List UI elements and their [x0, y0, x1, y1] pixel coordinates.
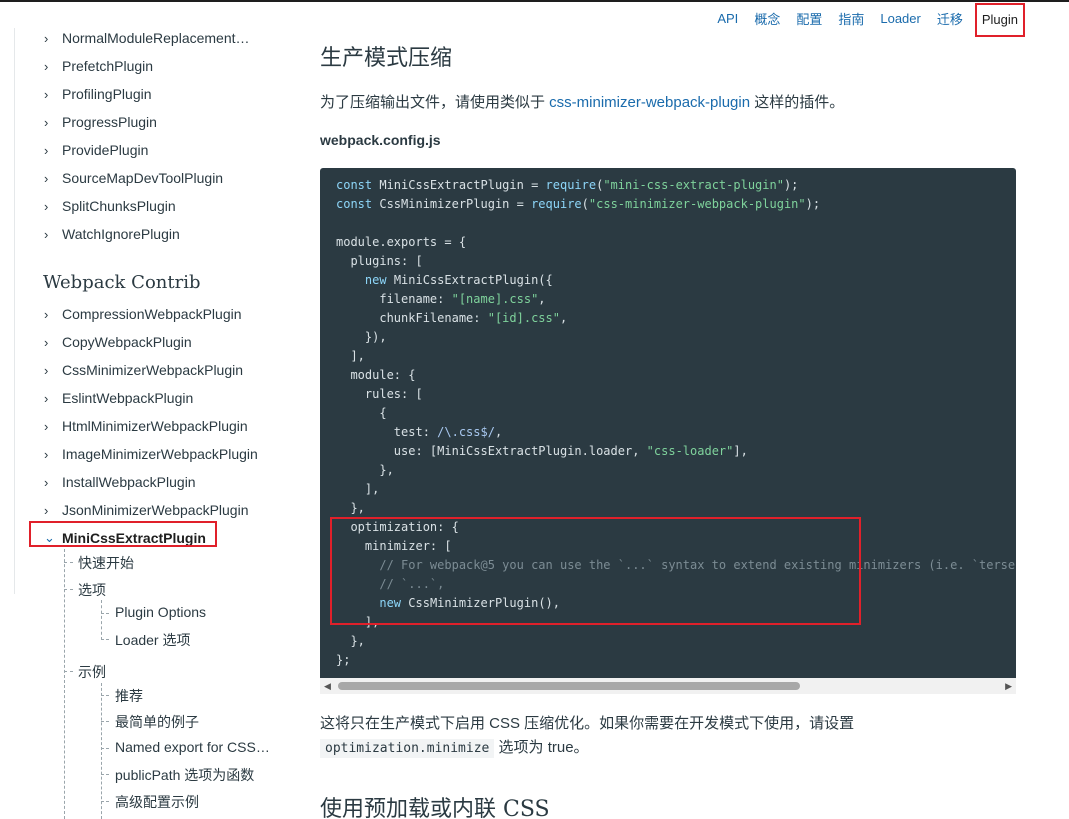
sidebar-item-imageminimizerwebpackplugin[interactable]: › ImageMinimizerWebpackPlugin — [44, 443, 258, 465]
sidebar-item-label: ProvidePlugin — [62, 142, 149, 158]
toc-recommend[interactable]: 推荐 — [115, 686, 143, 706]
sidebar-item-label: InstallWebpackPlugin — [62, 474, 196, 490]
highlight-box-active-item — [29, 521, 217, 547]
toc-tree-line — [101, 600, 102, 640]
sidebar-item-label: ImageMinimizerWebpackPlugin — [62, 446, 258, 462]
sidebar-item-label: CssMinimizerWebpackPlugin — [62, 362, 244, 378]
sidebar-item-normalmodulereplacementplugin[interactable]: › NormalModuleReplacementPlugin — [44, 27, 258, 49]
sidebar-item-label: SourceMapDevToolPlugin — [62, 170, 224, 186]
sidebar-item-label: WatchIgnorePlugin — [62, 226, 180, 242]
toc-quick-start[interactable]: 快速开始 — [78, 553, 134, 573]
toc-publicpath-function[interactable]: publicPath 选项为函数 — [115, 765, 254, 785]
nav-plugin[interactable]: Plugin — [974, 3, 1025, 37]
sidebar-item-label: CompressionWebpackPlugin — [62, 306, 242, 322]
chevron-right-icon: › — [44, 334, 49, 350]
chevron-right-icon: › — [44, 306, 49, 322]
chevron-right-icon: › — [44, 30, 49, 46]
chevron-right-icon: › — [44, 474, 49, 490]
sidebar-item-progressplugin[interactable]: › ProgressPlugin — [44, 111, 157, 133]
chevron-right-icon: › — [44, 58, 49, 74]
chevron-right-icon: › — [44, 362, 49, 378]
sidebar-item-label: ProgressPlugin — [62, 114, 157, 130]
sidebar-section-heading: Webpack Contrib — [43, 272, 201, 293]
toc-named-export[interactable]: Named export for CSS Modules — [115, 739, 273, 755]
chevron-right-icon: › — [44, 86, 49, 102]
sidebar-item-label: PrefetchPlugin — [62, 58, 154, 74]
intro-text-after: 这样的插件。 — [750, 94, 845, 111]
nav-concepts[interactable]: 概念 — [754, 9, 780, 28]
toc-tree-line — [101, 683, 102, 819]
code-horizontal-scrollbar[interactable]: ◀ ▶ — [320, 678, 1016, 694]
nav-loader[interactable]: Loader — [880, 11, 920, 26]
sidebar-item-provideplugin[interactable]: › ProvidePlugin — [44, 139, 148, 161]
sidebar-item-label: CopyWebpackPlugin — [62, 334, 192, 350]
sidebar-item-profilingplugin[interactable]: › ProfilingPlugin — [44, 83, 152, 105]
sidebar-item-cssminimizerwebpackplugin[interactable]: › CssMinimizerWebpackPlugin — [44, 359, 243, 381]
chevron-right-icon: › — [44, 418, 49, 434]
note-line-2-text: 选项为 true。 — [494, 739, 589, 756]
sidebar-item-label: EslintWebpackPlugin — [62, 390, 194, 406]
chevron-right-icon: › — [44, 226, 49, 242]
sidebar-item-label: NormalModuleReplacementPlugin — [62, 30, 258, 46]
toc-basic-example[interactable]: 最简单的例子 — [115, 712, 199, 732]
toc-tree-line — [64, 589, 73, 590]
nav-guides[interactable]: 指南 — [838, 9, 864, 28]
scroll-right-icon[interactable]: ▶ — [1005, 681, 1012, 692]
sidebar-item-prefetchplugin[interactable]: › PrefetchPlugin — [44, 55, 153, 77]
sidebar-item-label: ProfilingPlugin — [62, 86, 152, 102]
toc-examples[interactable]: 示例 — [78, 662, 106, 682]
toc-tree-line — [101, 721, 109, 722]
sidebar-item-label: SplitChunksPlugin — [62, 198, 176, 214]
nav-api[interactable]: API — [717, 11, 738, 26]
chevron-right-icon: › — [44, 170, 49, 186]
toc-tree-line — [101, 748, 109, 749]
code-filename: webpack.config.js — [320, 132, 441, 148]
highlight-box-optimization — [330, 517, 861, 625]
sidebar-item-sourcemapdevtoolplugin[interactable]: › SourceMapDevToolPlugin — [44, 167, 223, 189]
chevron-right-icon: › — [44, 390, 49, 406]
chevron-right-icon: › — [44, 114, 49, 130]
sidebar-item-htmlminimizerwebpackplugin[interactable]: › HtmlMinimizerWebpackPlugin — [44, 415, 248, 437]
inline-code-minimize: optimization.minimize — [320, 739, 495, 758]
note-line-2: optimization.minimize 选项为 true。 — [320, 736, 589, 758]
sidebar-item-watchignoreplugin[interactable]: › WatchIgnorePlugin — [44, 223, 180, 245]
sidebar-item-jsonminimizerwebpackplugin[interactable]: › JsonMinimizerWebpackPlugin — [44, 499, 248, 521]
chevron-right-icon: › — [44, 446, 49, 462]
sidebar-item-compressionwebpackplugin[interactable]: › CompressionWebpackPlugin — [44, 303, 242, 325]
chevron-right-icon: › — [44, 198, 49, 214]
nav-migrate[interactable]: 迁移 — [937, 9, 963, 28]
main-nav: API 概念 配置 指南 Loader 迁移 Plugin — [701, 2, 1025, 37]
chevron-right-icon: › — [44, 502, 49, 518]
toc-tree-line — [101, 613, 109, 614]
chevron-right-icon: › — [44, 142, 49, 158]
intro-paragraph: 为了压缩输出文件，请使用类似于 css-minimizer-webpack-pl… — [320, 91, 844, 112]
section-heading-production-minify: 生产模式压缩 — [320, 46, 453, 71]
toc-options[interactable]: 选项 — [78, 580, 106, 600]
toc-tree-line — [101, 774, 109, 775]
toc-plugin-options[interactable]: Plugin Options — [115, 604, 206, 620]
toc-tree-line — [101, 801, 109, 802]
sidebar-item-label: HtmlMinimizerWebpackPlugin — [62, 418, 248, 434]
sidebar-item-copywebpackplugin[interactable]: › CopyWebpackPlugin — [44, 331, 192, 353]
sidebar-item-installwebpackplugin[interactable]: › InstallWebpackPlugin — [44, 471, 196, 493]
toc-loader-options[interactable]: Loader 选项 — [115, 630, 190, 650]
sidebar-item-splitchunksplugin[interactable]: › SplitChunksPlugin — [44, 195, 176, 217]
toc-tree-line — [101, 695, 109, 696]
section-heading-preload-inline: 使用预加载或内联 CSS — [320, 797, 550, 819]
note-line-1: 这将只在生产模式下启用 CSS 压缩优化。如果你需要在开发模式下使用，请设置 — [320, 715, 855, 732]
sidebar-item-eslintwebpackplugin[interactable]: › EslintWebpackPlugin — [44, 387, 193, 409]
scroll-left-icon[interactable]: ◀ — [324, 681, 331, 692]
css-minimizer-link[interactable]: css-minimizer-webpack-plugin — [549, 94, 750, 111]
toc-tree-line — [64, 671, 73, 672]
toc-tree-line — [64, 562, 73, 563]
nav-configuration[interactable]: 配置 — [796, 9, 822, 28]
sidebar-item-label: JsonMinimizerWebpackPlugin — [62, 502, 249, 518]
scrollbar-thumb[interactable] — [338, 682, 800, 690]
toc-advanced-config[interactable]: 高级配置示例 — [115, 792, 199, 812]
toc-tree-line — [101, 639, 109, 640]
intro-text: 为了压缩输出文件，请使用类似于 — [320, 94, 550, 111]
